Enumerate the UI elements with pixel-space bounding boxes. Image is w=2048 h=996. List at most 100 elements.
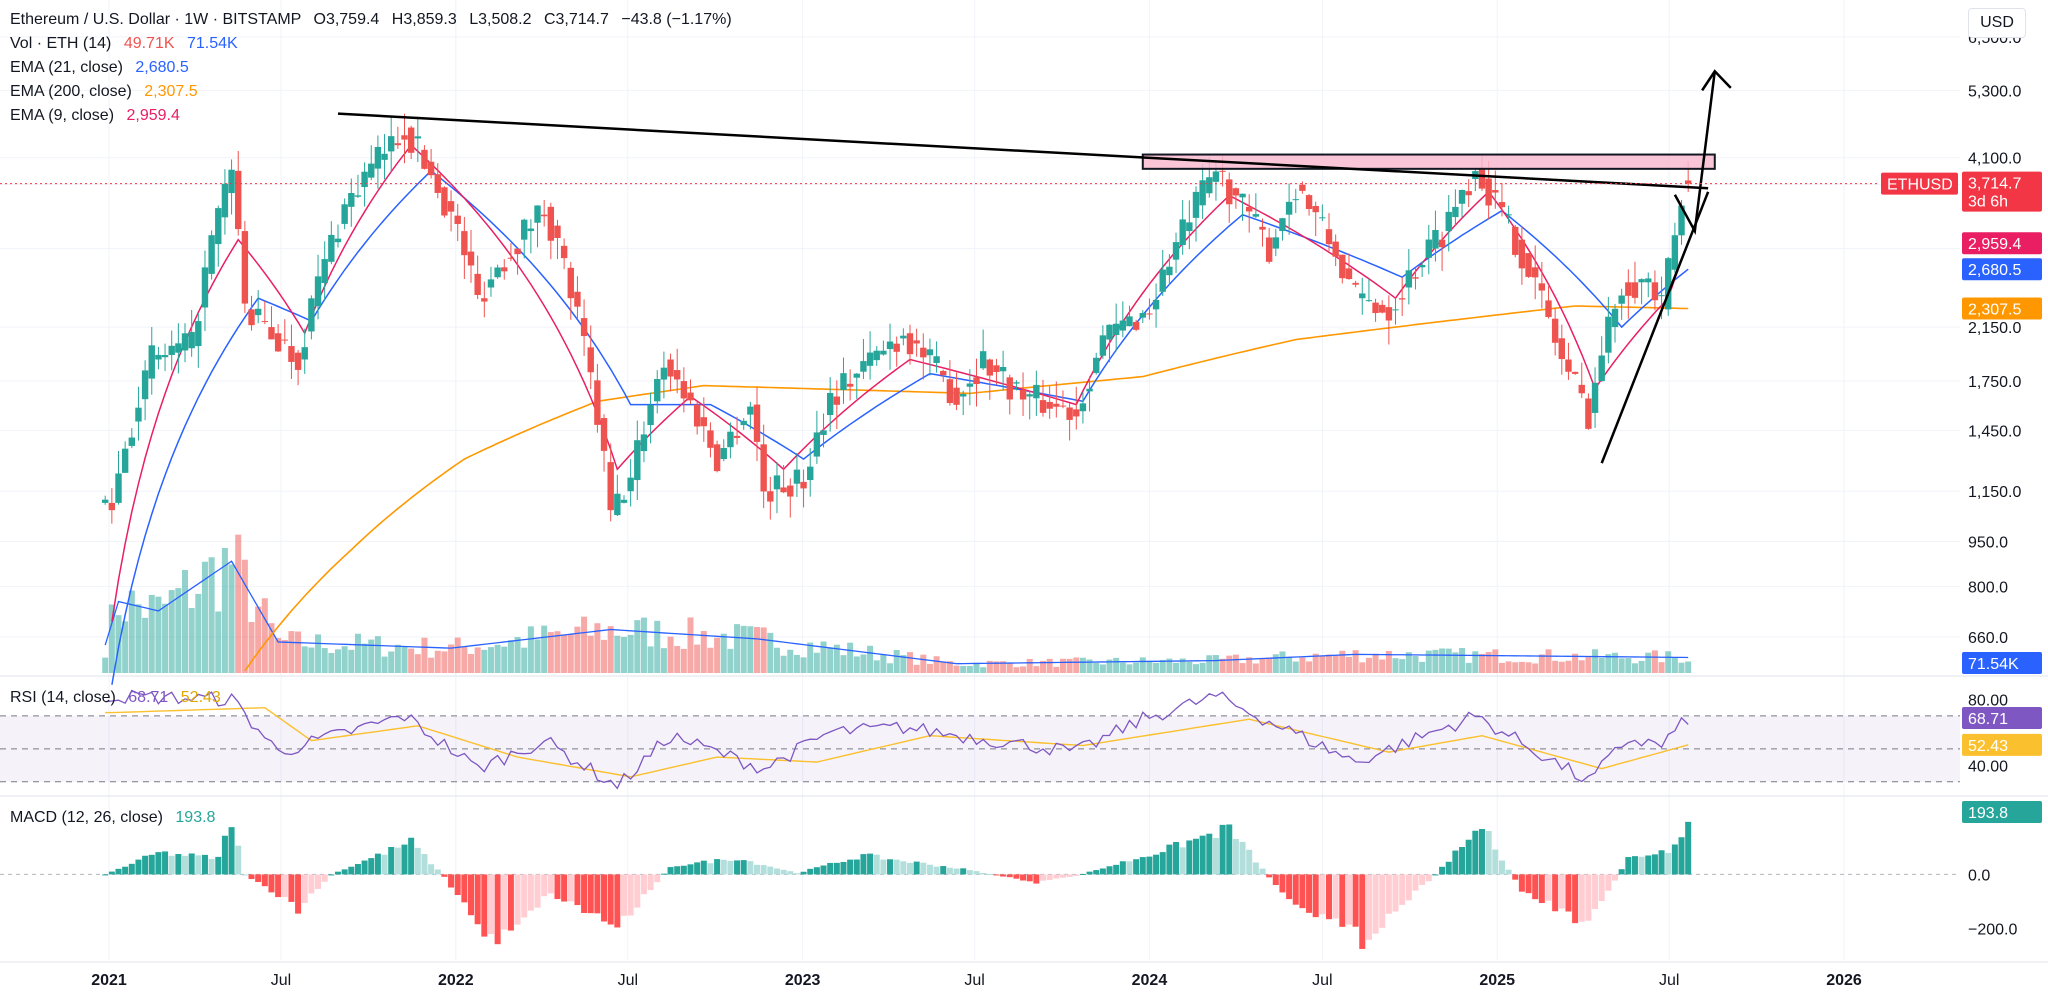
volume-bar — [434, 650, 441, 673]
time-axis-label: 2022 — [438, 972, 474, 989]
candle-body — [321, 259, 328, 284]
macd-bar — [1532, 874, 1539, 900]
volume-bar — [261, 598, 268, 673]
macd-bar — [807, 868, 814, 875]
symbol-price-tag-text: ETHUSD — [1887, 177, 1953, 194]
macd-bar — [1272, 874, 1279, 886]
volume-legend-value: 49.71K — [123, 35, 175, 52]
macd-bar — [341, 869, 348, 875]
macd-legend[interactable]: MACD (12, 26, close) 193.8 — [10, 808, 215, 828]
macd-bar — [1492, 849, 1499, 875]
volume-bar — [873, 660, 880, 673]
macd-bar — [268, 874, 275, 893]
chart-canvas[interactable]: 6,500.05,300.04,100.02,150.01,750.01,450… — [0, 0, 2048, 996]
macd-bar — [840, 861, 847, 875]
volume-bar — [295, 631, 302, 673]
volume-bar — [1512, 662, 1519, 673]
volume-bar — [1459, 648, 1466, 673]
price-axis-label: 660.0 — [1968, 630, 2008, 647]
candle-body — [494, 267, 501, 278]
candle — [1625, 269, 1632, 319]
macd-bar — [235, 845, 242, 875]
volume-bar — [1206, 655, 1213, 673]
volume-bar — [228, 564, 235, 673]
macd-bar — [1412, 874, 1419, 891]
macd-bar — [1612, 874, 1619, 881]
candle-body — [940, 370, 947, 376]
candle-body — [1285, 201, 1293, 215]
candle-body — [607, 462, 614, 511]
macd-bar — [1605, 874, 1612, 891]
volume-bar — [1419, 661, 1426, 673]
macd-bar — [1339, 874, 1346, 927]
volume-bar — [893, 649, 900, 673]
volume-bar — [381, 656, 388, 673]
candle-body — [1585, 398, 1592, 429]
candle-body — [547, 206, 555, 241]
volume-bar — [241, 559, 248, 673]
macd-bar — [1385, 874, 1392, 914]
candle-body — [1119, 320, 1127, 331]
ema200-legend[interactable]: EMA (200, close) 2,307.5 — [10, 82, 198, 102]
volume-bar — [321, 648, 328, 673]
macd-bar — [887, 859, 894, 875]
candle-body — [121, 448, 129, 473]
volume-bar — [188, 607, 195, 673]
ohlc-high: H3,859.3 — [391, 11, 457, 28]
macd-bar — [1578, 874, 1585, 922]
candle-body — [1332, 241, 1339, 257]
volume-legend[interactable]: Vol · ETH (14) 49.71K 71.54K — [10, 34, 238, 54]
rsi-legend[interactable]: RSI (14, close) 68.71 52.43 — [10, 688, 221, 708]
volume-bar — [414, 654, 421, 673]
macd-bar — [980, 872, 987, 875]
macd-bar — [1585, 874, 1592, 921]
volume-bar — [1465, 662, 1472, 673]
volume-bar — [840, 655, 847, 673]
ema21-legend[interactable]: EMA (21, close) 2,680.5 — [10, 58, 189, 78]
macd-bar — [1518, 874, 1525, 892]
price-axis-label: 1,750.0 — [1968, 374, 2021, 391]
candle-body — [707, 430, 714, 448]
macd-bar — [933, 866, 940, 875]
candle — [115, 451, 122, 505]
volume-bar — [687, 617, 694, 673]
candle — [920, 333, 927, 380]
rsi-ma-value-badge-text: 52.43 — [1968, 738, 2008, 755]
volume-bar — [468, 654, 475, 673]
macd-bar — [1000, 874, 1007, 877]
price-axis-label: 5,300.0 — [1968, 83, 2021, 100]
volume-bar — [1685, 661, 1692, 673]
volume-bar — [527, 626, 534, 673]
volume-bar — [328, 652, 335, 673]
macd-bar — [953, 868, 960, 875]
volume-bar — [694, 644, 701, 673]
volume-bar — [827, 648, 834, 673]
volume-bar — [1292, 661, 1299, 673]
candle-body — [660, 367, 668, 380]
ema9-legend[interactable]: EMA (9, close) 2,959.4 — [10, 106, 180, 126]
candle — [740, 418, 747, 430]
volume-bar — [1059, 658, 1066, 673]
macd-bar — [913, 861, 920, 875]
macd-bar — [1485, 831, 1492, 875]
currency-button[interactable]: USD — [1968, 8, 2026, 38]
candle-body — [1671, 235, 1679, 270]
volume-bar — [714, 637, 721, 673]
macd-bar — [1206, 833, 1213, 875]
macd-bar — [734, 860, 741, 875]
symbol-legend: Ethereum / U.S. Dollar · 1W · BITSTAMP O… — [10, 10, 732, 30]
ema9-legend-label: EMA (9, close) — [10, 107, 115, 124]
candle — [1166, 254, 1173, 285]
candle — [1425, 224, 1432, 275]
volume-bar — [155, 596, 162, 673]
candle-body — [1478, 167, 1486, 189]
volume-bar — [474, 647, 481, 673]
volume-bar — [182, 569, 189, 673]
candle-body — [1132, 321, 1140, 330]
volume-bar — [607, 626, 614, 673]
candle — [1512, 224, 1519, 258]
candle-body — [1112, 323, 1120, 336]
candle — [846, 369, 854, 401]
macd-bar — [660, 873, 667, 875]
volume-bar — [773, 647, 780, 673]
